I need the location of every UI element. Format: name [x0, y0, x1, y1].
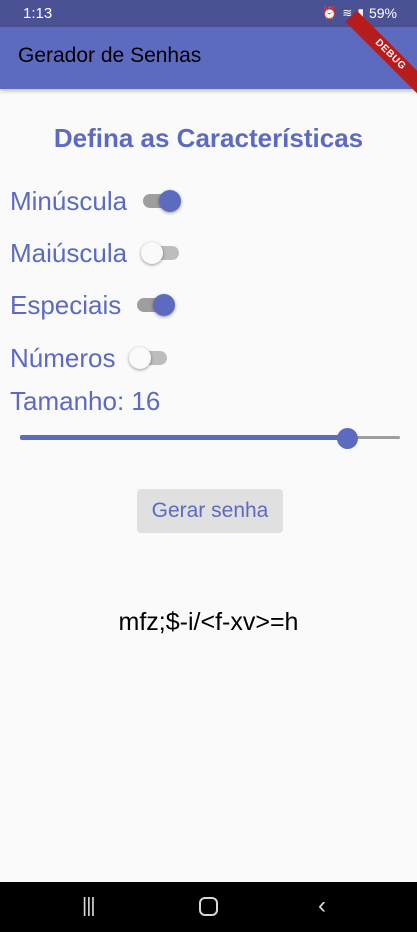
navigation-bar: ||| ‹	[0, 882, 417, 932]
option-label: Números	[10, 342, 116, 373]
generated-password: mfz;$-i/<f-xv>=h	[118, 608, 299, 636]
special-toggle[interactable]	[137, 294, 176, 316]
slider-thumb[interactable]	[337, 428, 358, 449]
app-bar: Gerador de Senhas DEBUG	[0, 10, 417, 100]
recent-apps-icon[interactable]: |||	[82, 895, 96, 918]
option-special: Especiais	[10, 288, 176, 322]
option-numbers: Números	[10, 341, 168, 375]
status-time: 1:13	[23, 5, 53, 22]
back-icon[interactable]: ‹	[318, 892, 326, 920]
alarm-icon: ⏰	[322, 6, 338, 20]
uppercase-toggle[interactable]	[141, 242, 180, 264]
option-label: Especiais	[10, 289, 122, 320]
size-label: Tamanho: 16	[10, 386, 161, 416]
size-slider[interactable]	[20, 428, 400, 449]
battery-level: 59%	[368, 5, 397, 21]
slider-fill	[20, 435, 347, 440]
app-title: Gerador de Senhas	[18, 44, 202, 67]
numbers-toggle[interactable]	[129, 347, 168, 369]
home-icon[interactable]	[199, 897, 218, 916]
option-lowercase: Minúscula	[10, 184, 182, 218]
option-label: Maiúscula	[10, 237, 128, 268]
page-heading: Defina as Características	[53, 123, 364, 153]
option-label: Minúscula	[10, 185, 128, 216]
lowercase-toggle[interactable]	[143, 190, 182, 212]
generate-password-button[interactable]: Gerar senha	[137, 489, 283, 533]
option-uppercase: Maiúscula	[10, 236, 180, 270]
